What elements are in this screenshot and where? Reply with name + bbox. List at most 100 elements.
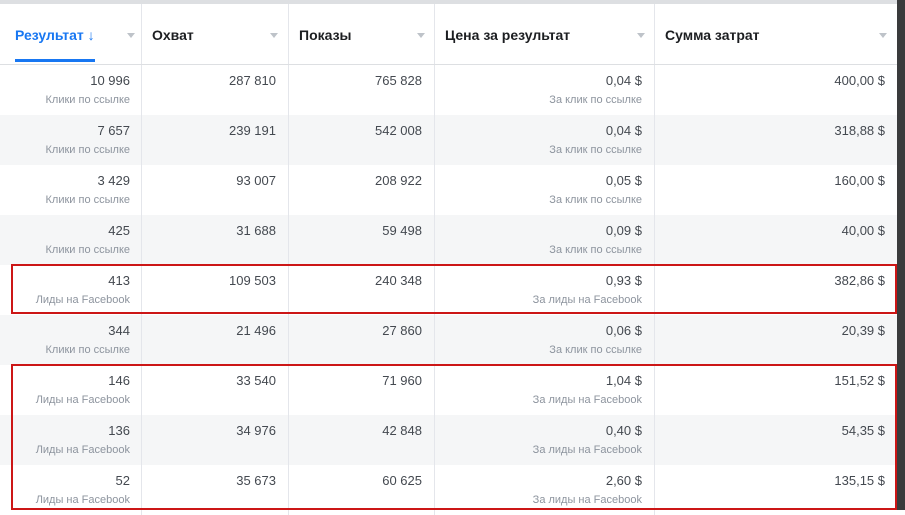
- cell-reach: 239 191: [142, 115, 289, 165]
- cell-amount-spent: 400,00 $: [655, 65, 897, 115]
- cell-subtitle: Лиды на Facebook: [35, 294, 130, 306]
- cell-value: 52: [115, 473, 130, 488]
- cell-subtitle: За лиды на Facebook: [532, 494, 642, 506]
- cell-subtitle: За лиды на Facebook: [532, 394, 642, 406]
- cell-value: 160,00 $: [834, 173, 885, 188]
- cell-value: 33 540: [236, 373, 276, 388]
- cell-cost-per-result: 0,40 $ За лиды на Facebook: [435, 415, 655, 465]
- cell-amount-spent: 54,35 $: [655, 415, 897, 465]
- sorted-column-label: Результат ↓: [15, 27, 95, 62]
- table-row[interactable]: 425 Клики по ссылке 31 688 59 498 0,09 $ За к…: [0, 215, 897, 265]
- cell-cost-per-result: 2,60 $ За лиды на Facebook: [435, 465, 655, 515]
- cell-value: 400,00 $: [834, 73, 885, 88]
- cell-value: 151,52 $: [834, 373, 885, 388]
- cell-subtitle: Клики по ссылке: [45, 194, 131, 206]
- cell-subtitle: Лиды на Facebook: [35, 494, 130, 506]
- cell-reach: 34 976: [142, 415, 289, 465]
- cell-amount-spent: 318,88 $: [655, 115, 897, 165]
- column-header-impressions[interactable]: Показы: [289, 4, 435, 64]
- cell-cost-per-result: 0,05 $ За клик по ссылке: [435, 165, 655, 215]
- column-header-reach[interactable]: Охват: [142, 4, 289, 64]
- cell-cost-per-result: 0,93 $ За лиды на Facebook: [435, 265, 655, 315]
- cell-value: 136: [108, 423, 130, 438]
- cell-value: 382,86 $: [834, 273, 885, 288]
- cell-impressions: 240 348: [289, 265, 435, 315]
- ads-results-table: Результат ↓ Охват Показы Цена за результ…: [0, 4, 897, 515]
- cell-subtitle: За клик по ссылке: [549, 244, 642, 256]
- cell-subtitle: Клики по ссылке: [45, 344, 131, 356]
- column-header-amount-spent[interactable]: Сумма затрат: [655, 4, 897, 64]
- table-row[interactable]: 344 Клики по ссылке 21 496 27 860 0,06 $ За к…: [0, 315, 897, 365]
- cell-value: 35 673: [236, 473, 276, 488]
- cell-impressions: 765 828: [289, 65, 435, 115]
- cell-value: 135,15 $: [834, 473, 885, 488]
- cell-subtitle: Клики по ссылке: [45, 94, 131, 106]
- cell-value: 20,39 $: [841, 323, 885, 338]
- cell-value: 0,09 $: [605, 223, 642, 238]
- cell-value: 71 960: [382, 373, 422, 388]
- cell-value: 34 976: [236, 423, 276, 438]
- cell-amount-spent: 160,00 $: [655, 165, 897, 215]
- table-row[interactable]: 7 657 Клики по ссылке 239 191 542 008 0,04 $…: [0, 115, 897, 165]
- cell-amount-spent: 135,15 $: [655, 465, 897, 515]
- cell-reach: 109 503: [142, 265, 289, 315]
- table-body: 10 996 Клики по ссылке 287 810 765 828 0,04 …: [0, 65, 897, 515]
- cell-value: 425: [108, 223, 130, 238]
- column-label: Цена за результат: [445, 27, 571, 43]
- cell-subtitle: Лиды на Facebook: [35, 444, 130, 456]
- cell-subtitle: За клик по ссылке: [549, 194, 642, 206]
- chevron-down-icon[interactable]: [127, 33, 135, 38]
- cell-value: 109 503: [229, 273, 276, 288]
- cell-value: 1,04 $: [605, 373, 642, 388]
- cell-amount-spent: 151,52 $: [655, 365, 897, 415]
- cell-reach: 21 496: [142, 315, 289, 365]
- cell-subtitle: Лиды на Facebook: [35, 394, 130, 406]
- cell-impressions: 27 860: [289, 315, 435, 365]
- cell-subtitle: Клики по ссылке: [45, 144, 131, 156]
- cell-value: 0,06 $: [605, 323, 642, 338]
- cell-result: 344 Клики по ссылке: [0, 315, 142, 365]
- cell-value: 10 996: [90, 73, 130, 88]
- cell-value: 40,00 $: [841, 223, 885, 238]
- cell-amount-spent: 20,39 $: [655, 315, 897, 365]
- table-row[interactable]: 3 429 Клики по ссылке 93 007 208 922 0,05 $ З…: [0, 165, 897, 215]
- cell-value: 287 810: [229, 73, 276, 88]
- cell-cost-per-result: 0,04 $ За клик по ссылке: [435, 115, 655, 165]
- cell-subtitle: За клик по ссылке: [549, 94, 642, 106]
- cell-result: 3 429 Клики по ссылке: [0, 165, 142, 215]
- cell-subtitle: Клики по ссылке: [45, 244, 131, 256]
- cell-result: 136 Лиды на Facebook: [0, 415, 142, 465]
- table-row[interactable]: 146 Лиды на Facebook 33 540 71 960 1,04 $ За …: [0, 365, 897, 415]
- table-row[interactable]: 136 Лиды на Facebook 34 976 42 848 0,40 $ За …: [0, 415, 897, 465]
- cell-result: 7 657 Клики по ссылке: [0, 115, 142, 165]
- cell-amount-spent: 40,00 $: [655, 215, 897, 265]
- cell-impressions: 542 008: [289, 115, 435, 165]
- cell-value: 3 429: [97, 173, 130, 188]
- cell-result: 10 996 Клики по ссылке: [0, 65, 142, 115]
- column-label: Сумма затрат: [665, 27, 760, 43]
- cell-impressions: 71 960: [289, 365, 435, 415]
- cell-value: 60 625: [382, 473, 422, 488]
- cell-value: 0,05 $: [605, 173, 642, 188]
- cell-value: 240 348: [375, 273, 422, 288]
- scrollbar-edge[interactable]: [897, 0, 905, 510]
- cell-reach: 33 540: [142, 365, 289, 415]
- column-header-result[interactable]: Результат ↓: [0, 4, 142, 64]
- table-row[interactable]: 52 Лиды на Facebook 35 673 60 625 2,60 $ За л…: [0, 465, 897, 515]
- cell-value: 21 496: [236, 323, 276, 338]
- chevron-down-icon[interactable]: [637, 33, 645, 38]
- chevron-down-icon[interactable]: [879, 33, 887, 38]
- column-header-cost-per-result[interactable]: Цена за результат: [435, 4, 655, 64]
- cell-result: 413 Лиды на Facebook: [0, 265, 142, 315]
- cell-value: 765 828: [375, 73, 422, 88]
- chevron-down-icon[interactable]: [270, 33, 278, 38]
- cell-result: 146 Лиды на Facebook: [0, 365, 142, 415]
- cell-value: 59 498: [382, 223, 422, 238]
- column-label: Охват: [152, 27, 194, 43]
- cell-impressions: 42 848: [289, 415, 435, 465]
- chevron-down-icon[interactable]: [417, 33, 425, 38]
- table-row[interactable]: 413 Лиды на Facebook 109 503 240 348 0,93 $ З…: [0, 265, 897, 315]
- cell-cost-per-result: 0,09 $ За клик по ссылке: [435, 215, 655, 265]
- cell-reach: 31 688: [142, 215, 289, 265]
- table-row[interactable]: 10 996 Клики по ссылке 287 810 765 828 0,04 …: [0, 65, 897, 115]
